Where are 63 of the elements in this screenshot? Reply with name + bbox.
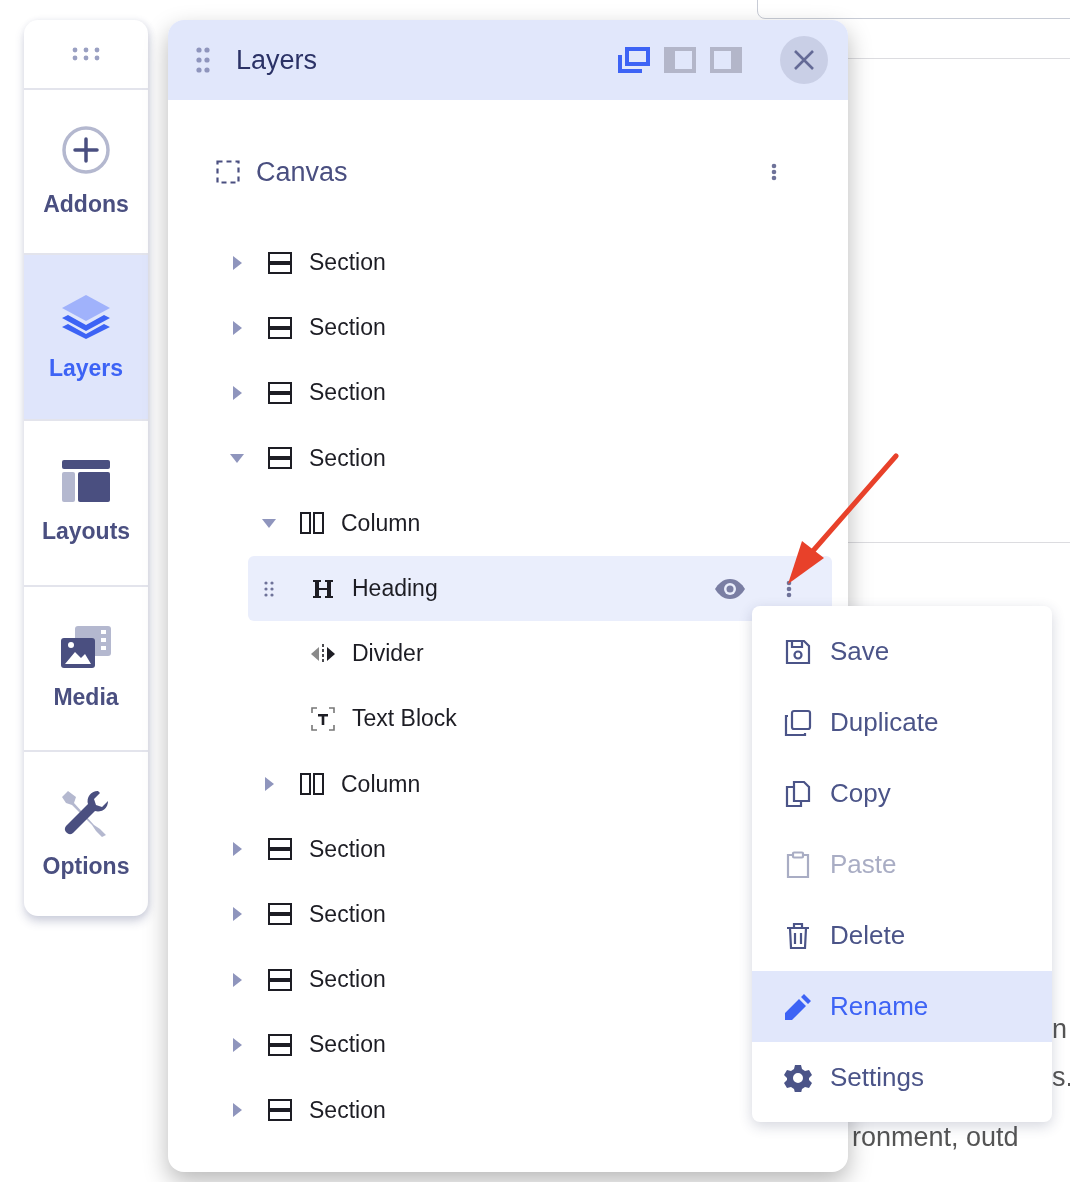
- caret-right-icon[interactable]: [232, 255, 242, 270]
- dock-right-button[interactable]: [710, 47, 742, 73]
- caret-right-icon[interactable]: [232, 972, 242, 987]
- trash-icon: [784, 921, 812, 950]
- caret-right-icon[interactable]: [232, 842, 242, 857]
- close-button[interactable]: [780, 36, 828, 84]
- layers-icon: [60, 292, 112, 339]
- body-text: s.: [1052, 1062, 1070, 1093]
- caret-right-icon[interactable]: [232, 1037, 242, 1052]
- body-text: n: [1052, 1014, 1068, 1045]
- rows-icon: [268, 1098, 292, 1123]
- tree-item[interactable]: Section: [248, 230, 832, 296]
- drag-handle-icon[interactable]: [196, 47, 210, 73]
- copy-icon: [784, 779, 812, 808]
- more-icon[interactable]: [771, 163, 777, 181]
- duplicate-icon: [784, 708, 812, 737]
- tree-item[interactable]: Section: [248, 295, 832, 361]
- body-text: ronment, outd: [852, 1124, 1019, 1151]
- caret-right-icon[interactable]: [232, 1103, 242, 1118]
- close-icon: [793, 49, 815, 71]
- rows-icon: [268, 1032, 292, 1057]
- heading-icon: [312, 577, 334, 600]
- drag-handle-icon[interactable]: [72, 46, 100, 61]
- tree-root-label[interactable]: Canvas: [256, 156, 771, 188]
- plus-circle-icon: [61, 125, 111, 176]
- sidebar-tab[interactable]: Layers: [24, 255, 148, 422]
- caret-right-icon[interactable]: [232, 385, 242, 400]
- dashed-frame-icon: [216, 160, 240, 184]
- tree-item[interactable]: Heading: [248, 555, 832, 622]
- image-icon: [61, 626, 111, 669]
- rows-icon: [268, 380, 292, 405]
- caret-down-icon[interactable]: [230, 453, 244, 463]
- floating-view-button[interactable]: [618, 47, 650, 73]
- pencil-icon: [784, 992, 812, 1021]
- drag-handle-icon[interactable]: [264, 580, 274, 597]
- caret-right-icon[interactable]: [232, 907, 242, 922]
- rows-icon: [268, 837, 292, 862]
- settings-icon: [784, 1063, 812, 1092]
- eye-icon[interactable]: [715, 578, 745, 599]
- sidebar-tab[interactable]: Layouts: [24, 421, 148, 587]
- menu-item[interactable]: Rename: [752, 971, 1052, 1042]
- tree-item[interactable]: Section: [248, 360, 832, 426]
- tree-item[interactable]: Column: [248, 490, 832, 556]
- caret-right-icon[interactable]: [264, 777, 274, 792]
- text-block-icon: [311, 706, 335, 731]
- rows-icon: [268, 902, 292, 927]
- rows-icon: [268, 250, 292, 275]
- sidebar-tab[interactable]: Options: [24, 752, 148, 916]
- rows-icon: [268, 446, 292, 471]
- rows-icon: [268, 315, 292, 340]
- divider-icon: [311, 643, 335, 664]
- panel-title: Layers: [236, 44, 319, 76]
- columns-icon: [300, 772, 324, 797]
- clipboard-icon: [784, 850, 812, 879]
- tree-item[interactable]: Section: [248, 425, 832, 491]
- caret-down-icon[interactable]: [262, 518, 276, 528]
- sidebar-tab[interactable]: Media: [24, 586, 148, 753]
- tools-icon: [62, 788, 110, 837]
- caret-right-icon[interactable]: [232, 320, 242, 335]
- columns-icon: [300, 511, 324, 536]
- dock-left-button[interactable]: [664, 47, 696, 73]
- layout-icon: [62, 460, 110, 503]
- rows-icon: [268, 967, 292, 992]
